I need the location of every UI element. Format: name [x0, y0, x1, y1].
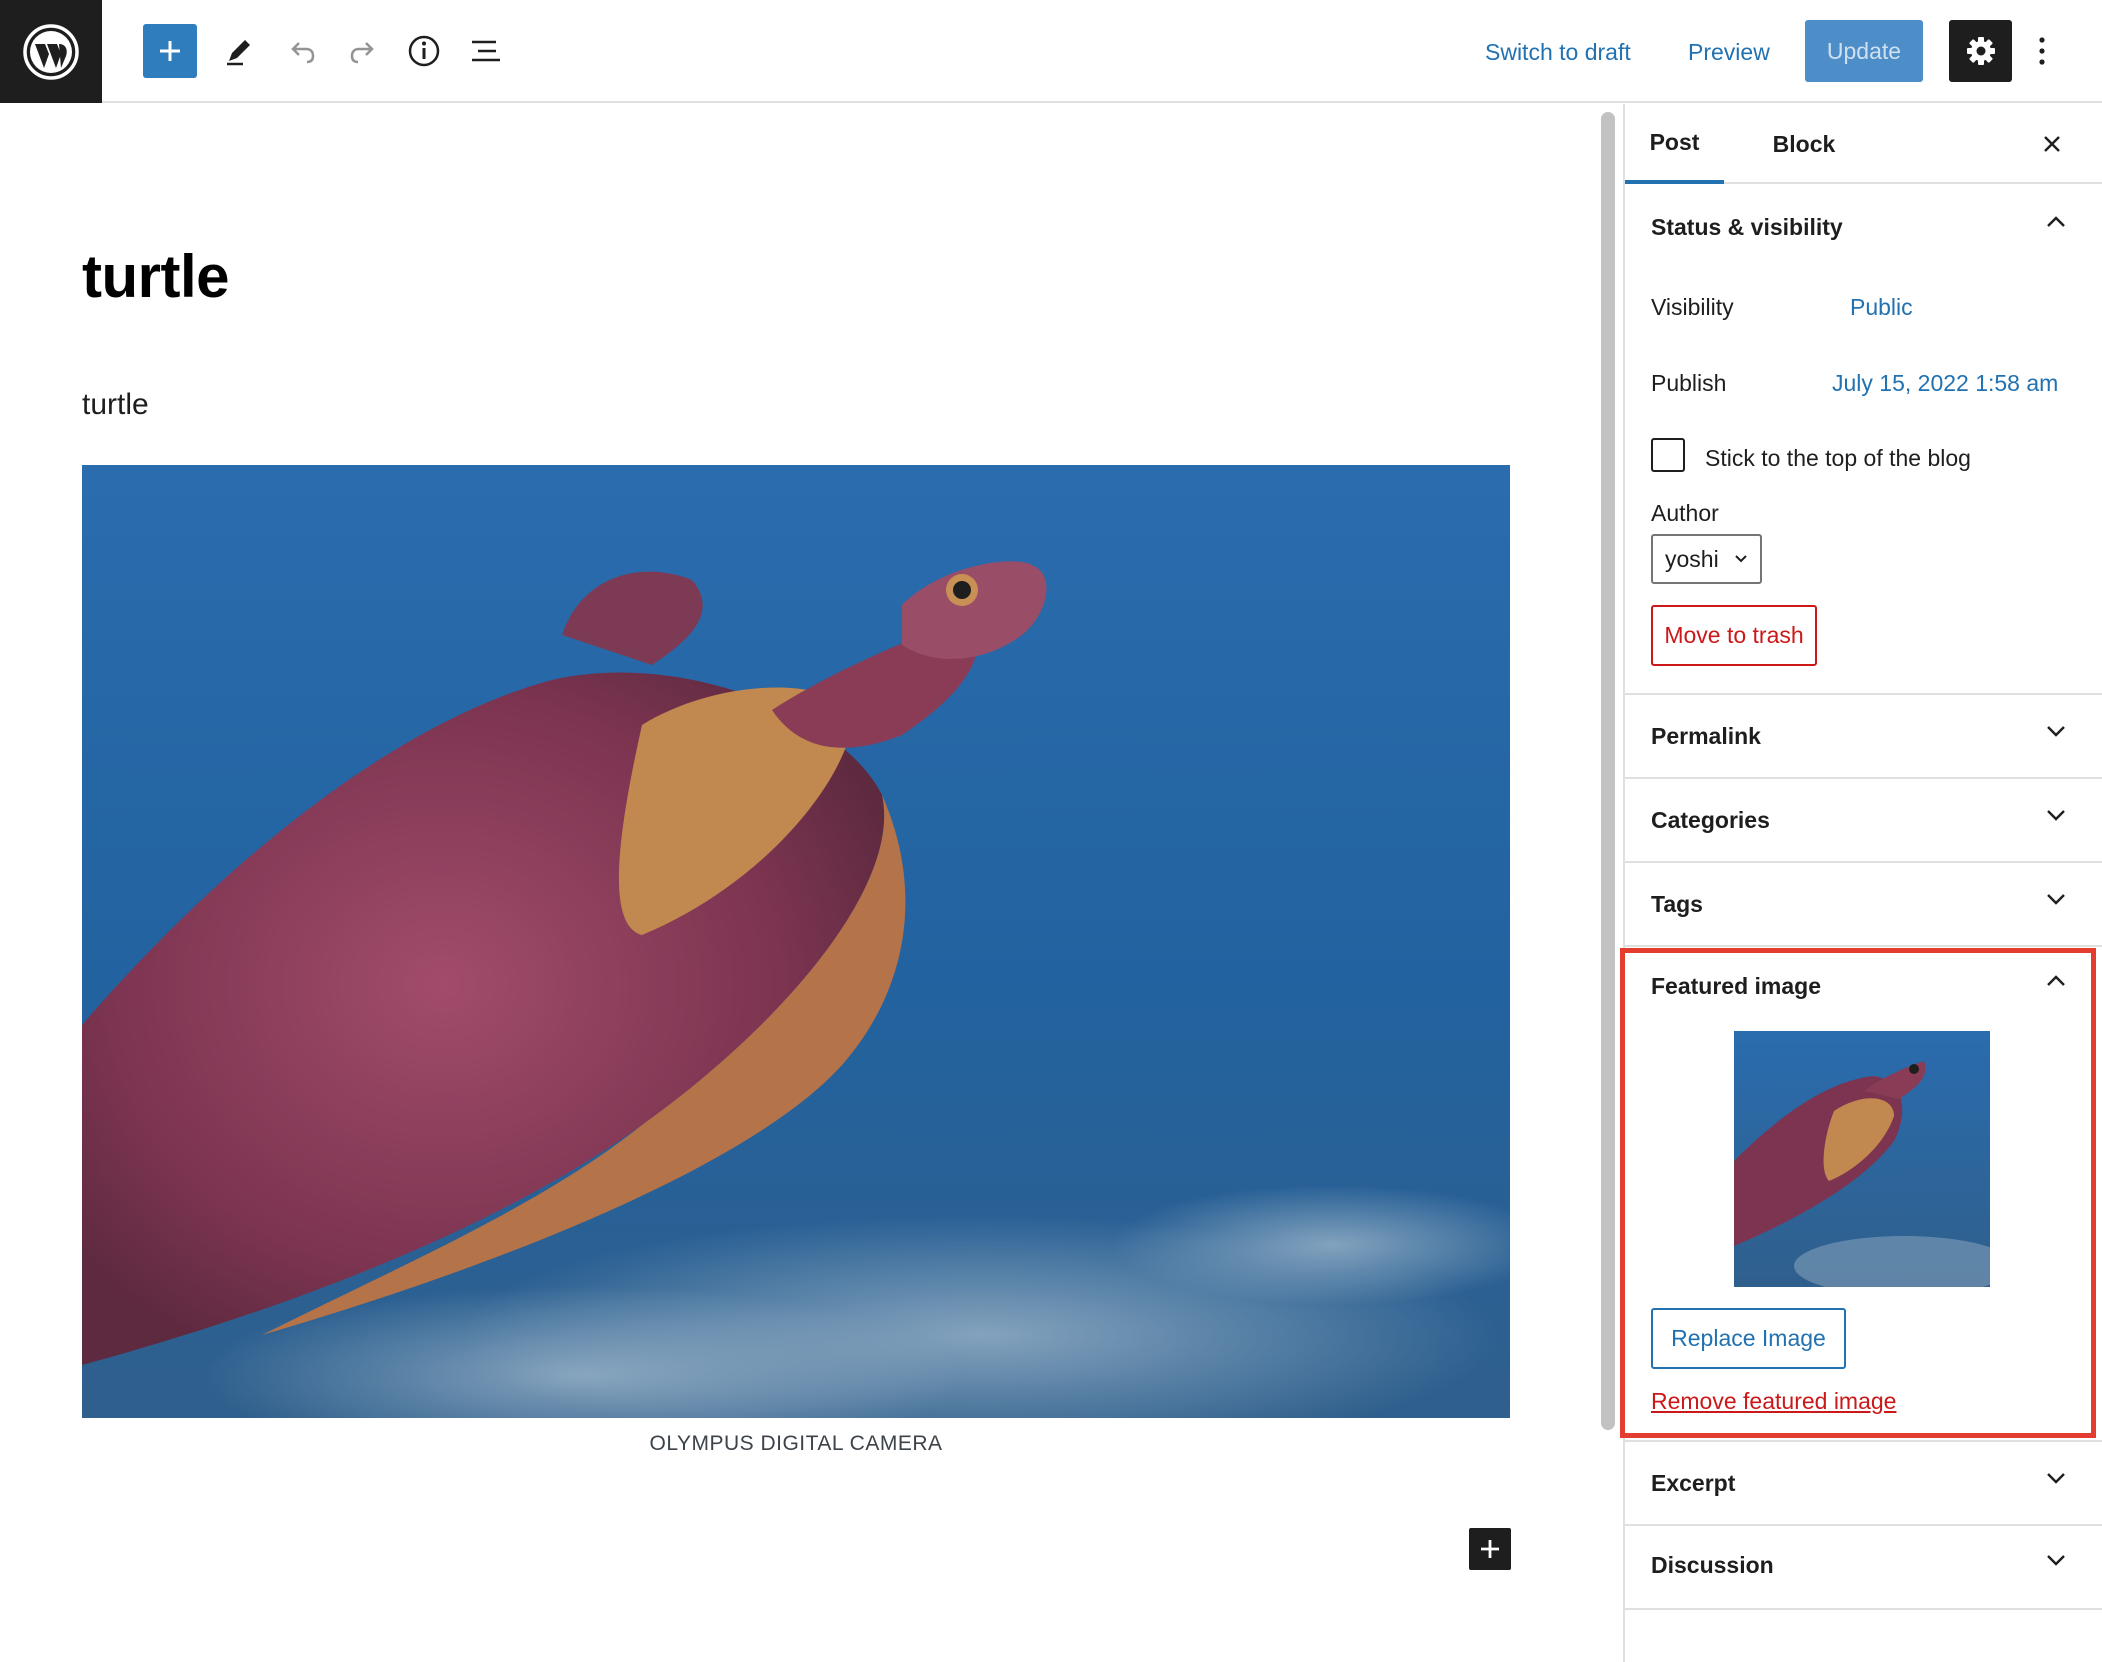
panel-title: Categories — [1651, 806, 1770, 833]
image-block[interactable] — [82, 465, 1510, 1418]
undo-button[interactable] — [275, 24, 329, 78]
tab-block[interactable]: Block — [1749, 104, 1859, 184]
gear-icon — [1966, 37, 1995, 65]
chevron-down-icon — [2047, 1473, 2065, 1484]
panel-tags[interactable]: Tags — [1625, 863, 2102, 945]
chevron-down-icon — [2047, 726, 2065, 737]
panel-excerpt[interactable]: Excerpt — [1625, 1442, 2102, 1524]
block-inserter-button[interactable] — [1469, 1528, 1511, 1570]
tools-button[interactable] — [212, 24, 266, 78]
update-button[interactable]: Update — [1805, 20, 1923, 82]
featured-image-highlight — [1620, 948, 2096, 1438]
tab-post[interactable]: Post — [1625, 104, 1724, 184]
post-title[interactable]: turtle — [82, 242, 230, 311]
list-view-icon — [472, 40, 500, 62]
editor-canvas: turtle turtle OLYMPUS DIGITAL CAMERA — [0, 104, 1592, 1662]
panel-discussion[interactable]: Discussion — [1625, 1524, 2102, 1606]
chevron-down-icon — [2047, 894, 2065, 905]
panel-permalink[interactable]: Permalink — [1625, 695, 2102, 777]
visibility-toggle[interactable]: Public — [1850, 294, 1913, 321]
chevron-down-icon — [2047, 1555, 2065, 1566]
details-button[interactable] — [397, 24, 451, 78]
plus-icon — [160, 41, 180, 61]
close-icon — [2044, 136, 2060, 152]
preview-button[interactable]: Preview — [1688, 30, 1770, 74]
panel-title: Discussion — [1651, 1551, 1774, 1578]
publish-label: Publish — [1651, 370, 1727, 396]
panel-title: Tags — [1651, 890, 1703, 917]
author-select[interactable]: yoshi — [1651, 534, 1762, 584]
chevron-down-icon — [1735, 555, 1747, 563]
pencil-icon — [227, 40, 250, 66]
image-caption[interactable]: OLYMPUS DIGITAL CAMERA — [82, 1432, 1510, 1456]
sidebar-tabs: Post Block — [1625, 104, 2102, 184]
editor-header: Switch to draft Preview Update — [0, 0, 2102, 103]
panel-categories[interactable]: Categories — [1625, 779, 2102, 861]
close-sidebar-button[interactable] — [2030, 122, 2074, 166]
redo-button[interactable] — [336, 24, 390, 78]
switch-to-draft-button[interactable]: Switch to draft — [1485, 30, 1631, 74]
publish-date-toggle[interactable]: July 15, 2022 1:58 am — [1832, 370, 2058, 397]
panel-title: Status & visibility — [1651, 213, 1843, 240]
add-block-button[interactable] — [143, 24, 197, 78]
author-label: Author — [1651, 500, 1719, 526]
panel-title: Permalink — [1651, 722, 1761, 749]
scrollbar-thumb[interactable] — [1601, 112, 1615, 1430]
plus-icon — [1481, 1540, 1499, 1558]
author-value: yoshi — [1665, 545, 1719, 572]
more-vertical-icon — [2039, 37, 2045, 65]
move-to-trash-button[interactable]: Move to trash — [1651, 605, 1817, 666]
wordpress-logo-button[interactable] — [0, 0, 102, 103]
panel-divider — [1625, 1608, 2102, 1610]
paragraph-block[interactable]: turtle — [82, 388, 149, 422]
settings-button[interactable] — [1949, 20, 2012, 82]
info-icon — [408, 35, 440, 67]
wordpress-logo-icon — [23, 23, 79, 80]
turtle-photo — [82, 465, 1510, 1418]
chevron-down-icon — [2047, 810, 2065, 821]
redo-icon — [350, 42, 374, 64]
sticky-checkbox[interactable] — [1651, 438, 1685, 472]
chevron-up-icon — [2047, 216, 2065, 227]
visibility-label: Visibility — [1651, 294, 1734, 320]
undo-icon — [291, 42, 315, 64]
panel-status-visibility[interactable]: Status & visibility — [1625, 186, 2102, 268]
options-menu-button[interactable] — [2020, 24, 2064, 78]
sticky-label[interactable]: Stick to the top of the blog — [1705, 445, 1971, 472]
list-view-button[interactable] — [459, 24, 513, 78]
panel-title: Excerpt — [1651, 1469, 1736, 1496]
